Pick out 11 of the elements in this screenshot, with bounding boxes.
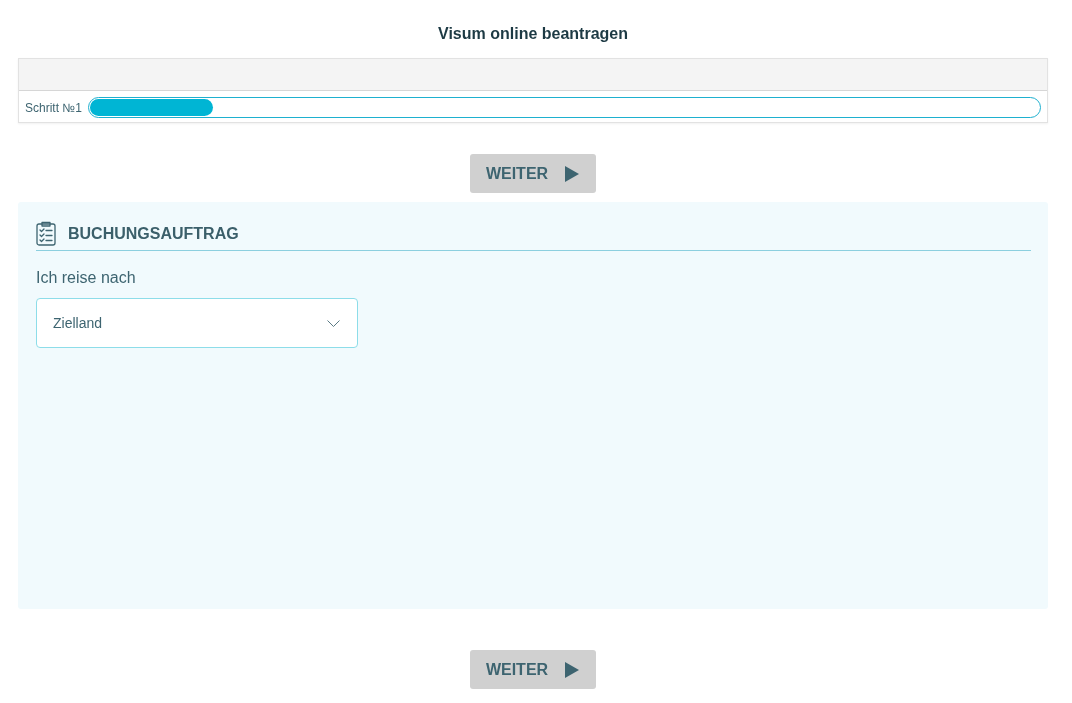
destination-dropdown[interactable]: Zielland: [36, 298, 358, 348]
next-button[interactable]: WEITER: [469, 650, 597, 689]
play-icon: [565, 661, 580, 678]
next-button[interactable]: WEITER: [469, 154, 597, 193]
step-label: Schritt №1: [25, 100, 82, 115]
page-title: Visum online beantragen: [438, 24, 628, 43]
play-icon: [565, 165, 580, 182]
field-label: Ich reise nach: [36, 268, 136, 287]
clipboard-icon: [36, 221, 56, 246]
chevron-down-icon: [327, 319, 340, 327]
section-title: BUCHUNGSAUFTRAG: [68, 224, 239, 243]
